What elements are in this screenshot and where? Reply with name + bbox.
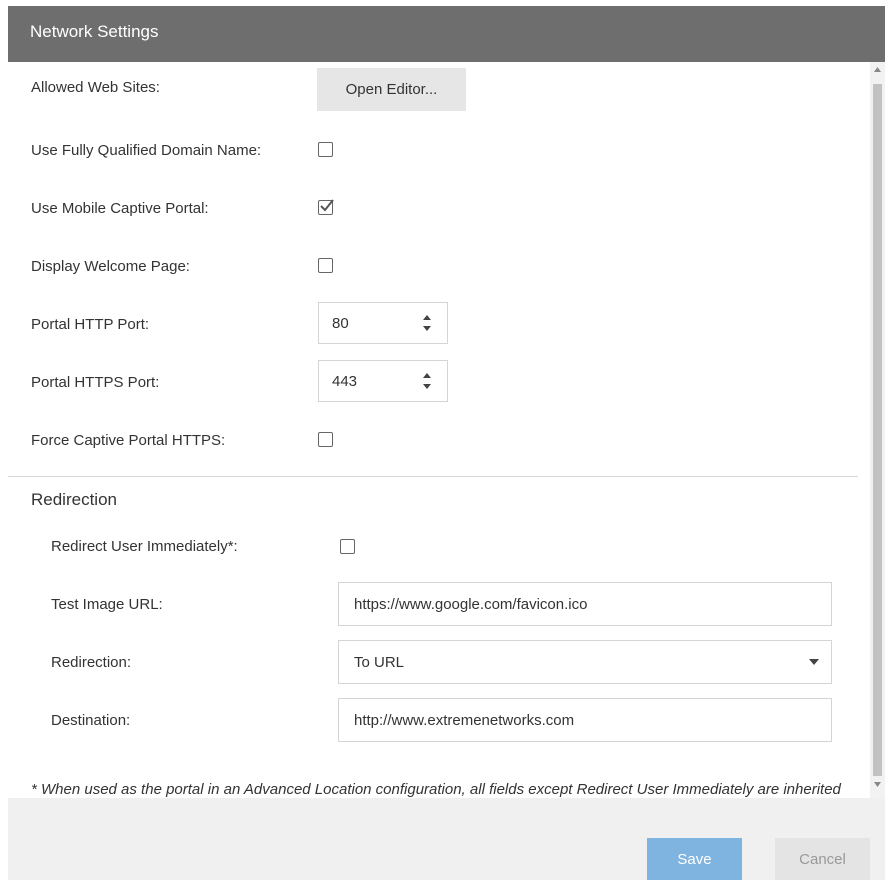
redirection-select[interactable]: To URL [338,640,832,684]
chevron-down-icon[interactable] [809,659,819,665]
redirect-immediately-label: Redirect User Immediately*: [51,538,238,555]
scroll-down-icon[interactable] [874,782,881,787]
display-welcome-page-checkbox[interactable] [318,258,333,273]
redirection-label: Redirection: [51,654,132,671]
redirection-value: To URL [354,654,405,671]
vertical-scrollbar[interactable] [870,62,885,798]
destination-input[interactable]: http://www.extremenetworks.com [338,698,832,742]
test-image-url-input[interactable]: https://www.google.com/favicon.ico [338,582,832,626]
dialog-title: Network Settings [30,22,159,41]
allowed-web-sites-label: Allowed Web Sites: [31,79,160,96]
redirect-immediately-checkbox[interactable] [340,539,355,554]
stepper-arrows-icon[interactable] [421,312,433,334]
use-fqdn-label: Use Fully Qualified Domain Name: [31,142,262,159]
test-image-url-label: Test Image URL: [51,596,163,613]
portal-http-port-stepper[interactable]: 80 [318,302,448,344]
destination-value: http://www.extremenetworks.com [354,712,575,729]
portal-https-port-stepper[interactable]: 443 [318,360,448,402]
portal-http-port-value: 80 [332,315,349,332]
force-captive-portal-https-label: Force Captive Portal HTTPS: [31,432,226,449]
redirection-section-title: Redirection [31,490,117,509]
portal-https-port-label: Portal HTTPS Port: [31,374,160,391]
portal-https-port-value: 443 [332,373,358,390]
section-divider [8,476,858,477]
open-editor-button[interactable]: Open Editor... [317,68,466,111]
force-captive-portal-https-checkbox[interactable] [318,432,333,447]
stepper-arrows-icon[interactable] [421,370,433,392]
dialog-header: Network Settings [8,6,885,62]
cancel-button[interactable]: Cancel [775,838,870,880]
use-mobile-captive-portal-checkbox[interactable] [318,199,334,215]
save-button[interactable]: Save [647,838,742,880]
use-fqdn-checkbox[interactable] [318,142,333,157]
scrollbar-thumb[interactable] [873,84,882,776]
destination-label: Destination: [51,712,131,729]
display-welcome-page-label: Display Welcome Page: [31,258,190,275]
dialog-footer: Save Cancel [8,798,885,880]
test-image-url-value: https://www.google.com/favicon.ico [354,596,588,613]
use-mobile-captive-portal-label: Use Mobile Captive Portal: [31,200,209,217]
network-settings-form: Allowed Web Sites: Open Editor... Use Fu… [8,62,870,818]
scroll-up-icon[interactable] [874,67,881,72]
checkmark-icon [320,199,334,212]
portal-http-port-label: Portal HTTP Port: [31,316,150,333]
